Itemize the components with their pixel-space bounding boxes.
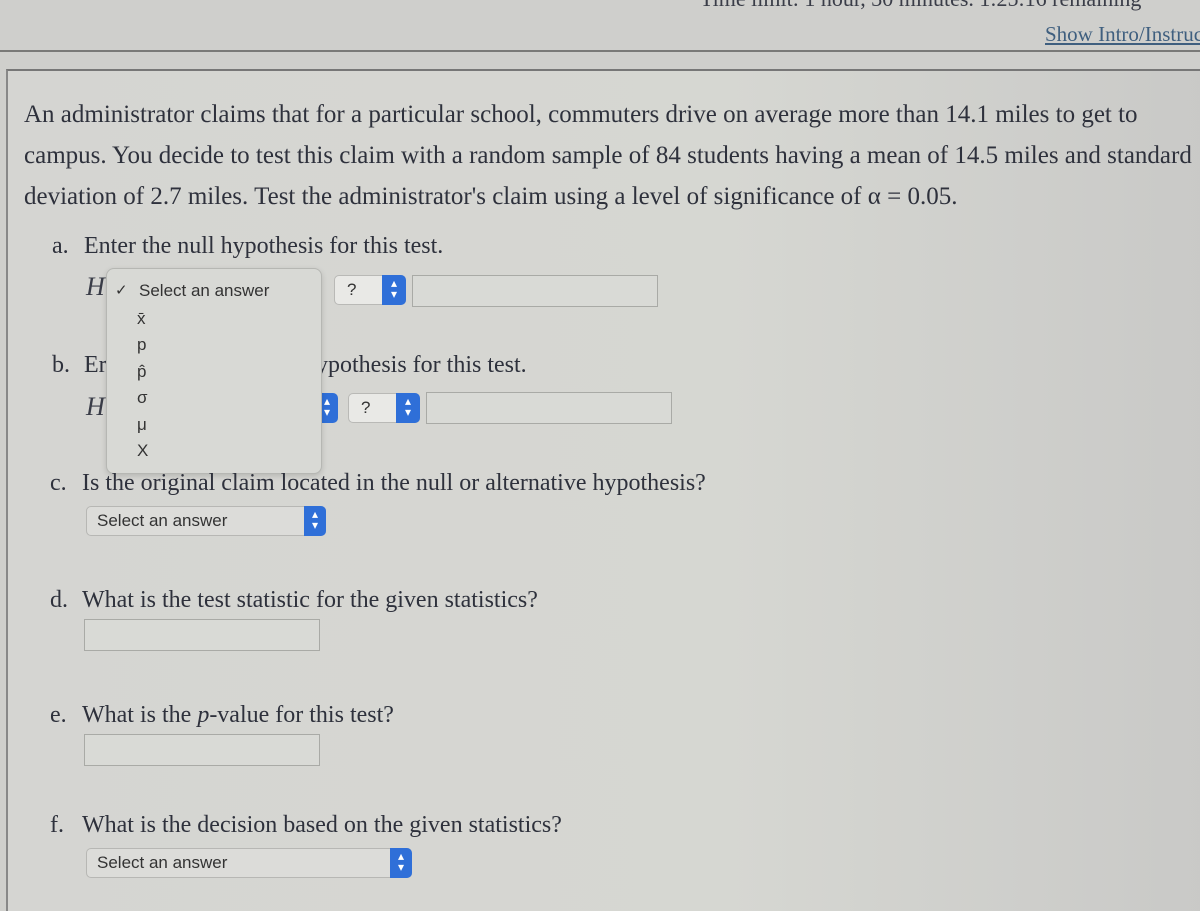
up-down-chevron-icon: ▴ ▾ bbox=[382, 275, 406, 305]
select-value: Select an answer bbox=[97, 853, 228, 872]
decision-select[interactable]: Select an answer ▴ ▾ bbox=[86, 848, 412, 878]
question-letter: c. bbox=[50, 470, 67, 496]
up-down-chevron-icon: ▴ ▾ bbox=[390, 848, 412, 878]
question-text-pre: What is the bbox=[82, 702, 198, 728]
question-text: Enter the null hypothesis for this test. bbox=[84, 233, 444, 259]
question-a: a. Enter the null hypothesis for this tes… bbox=[52, 233, 443, 260]
problem-statement: An administrator claims that for a parti… bbox=[24, 101, 1192, 210]
question-text: What is the decision based on the given … bbox=[82, 812, 562, 838]
question-f: f. What is the decision based on the give… bbox=[50, 812, 562, 839]
dropdown-option-p[interactable]: p bbox=[137, 335, 146, 355]
dropdown-option-select[interactable]: Select an answer bbox=[139, 281, 269, 301]
question-b-end: ypothesis for this test. bbox=[316, 352, 527, 378]
question-letter: b. bbox=[52, 352, 70, 378]
show-intro-link[interactable]: Show Intro/Instructions bbox=[1045, 22, 1200, 47]
question-letter: e. bbox=[50, 702, 67, 728]
question-e: e. What is the p-value for this test? bbox=[50, 702, 394, 729]
dropdown-option-x[interactable]: X bbox=[137, 441, 148, 461]
operator-select-b[interactable]: ? ▴ ▾ bbox=[348, 393, 420, 423]
operator-value: ? bbox=[347, 280, 357, 299]
operator-value: ? bbox=[361, 398, 371, 417]
question-letter: d. bbox=[50, 587, 68, 613]
question-letter: a. bbox=[52, 233, 69, 259]
operator-select-a[interactable]: ? ▴ ▾ bbox=[334, 275, 406, 305]
select-value: Select an answer bbox=[97, 511, 228, 530]
parameter-dropdown-menu[interactable]: ✓ Select an answer x̄ p p̂ σ μ X bbox=[106, 268, 322, 474]
test-statistic-input[interactable] bbox=[84, 619, 320, 651]
claim-location-select[interactable]: Select an answer ▴ ▾ bbox=[86, 506, 326, 536]
dropdown-option-xbar[interactable]: x̄ bbox=[137, 309, 146, 329]
question-text-italic: p bbox=[197, 702, 210, 728]
question-b: b. Er bbox=[52, 352, 107, 379]
up-down-chevron-icon: ▴ ▾ bbox=[304, 506, 326, 536]
question-c: c. Is the original claim located in the n… bbox=[50, 470, 706, 497]
question-text-start: Er bbox=[84, 352, 107, 378]
timer-text: Time limit: 1 hour, 30 minutes. 1:25:16 … bbox=[700, 0, 1200, 12]
p-value-input[interactable] bbox=[84, 734, 320, 766]
alt-value-input[interactable] bbox=[426, 392, 672, 424]
null-value-input[interactable] bbox=[412, 275, 658, 307]
dropdown-option-mu[interactable]: μ bbox=[137, 415, 147, 435]
dropdown-option-sigma[interactable]: σ bbox=[137, 388, 148, 408]
question-text: What is the test statistic for the given… bbox=[82, 587, 538, 613]
question-letter: f. bbox=[50, 812, 64, 838]
question-text: Is the original claim located in the nul… bbox=[82, 470, 706, 496]
h-symbol: H bbox=[86, 392, 105, 421]
dropdown-option-phat[interactable]: p̂ bbox=[137, 362, 146, 382]
h-symbol: H bbox=[86, 272, 105, 301]
question-d: d. What is the test statistic for the giv… bbox=[50, 587, 538, 614]
divider bbox=[0, 50, 1200, 52]
question-text-post: -value for this test? bbox=[209, 702, 394, 728]
up-down-chevron-icon: ▴ ▾ bbox=[396, 393, 420, 423]
check-icon: ✓ bbox=[115, 282, 128, 299]
